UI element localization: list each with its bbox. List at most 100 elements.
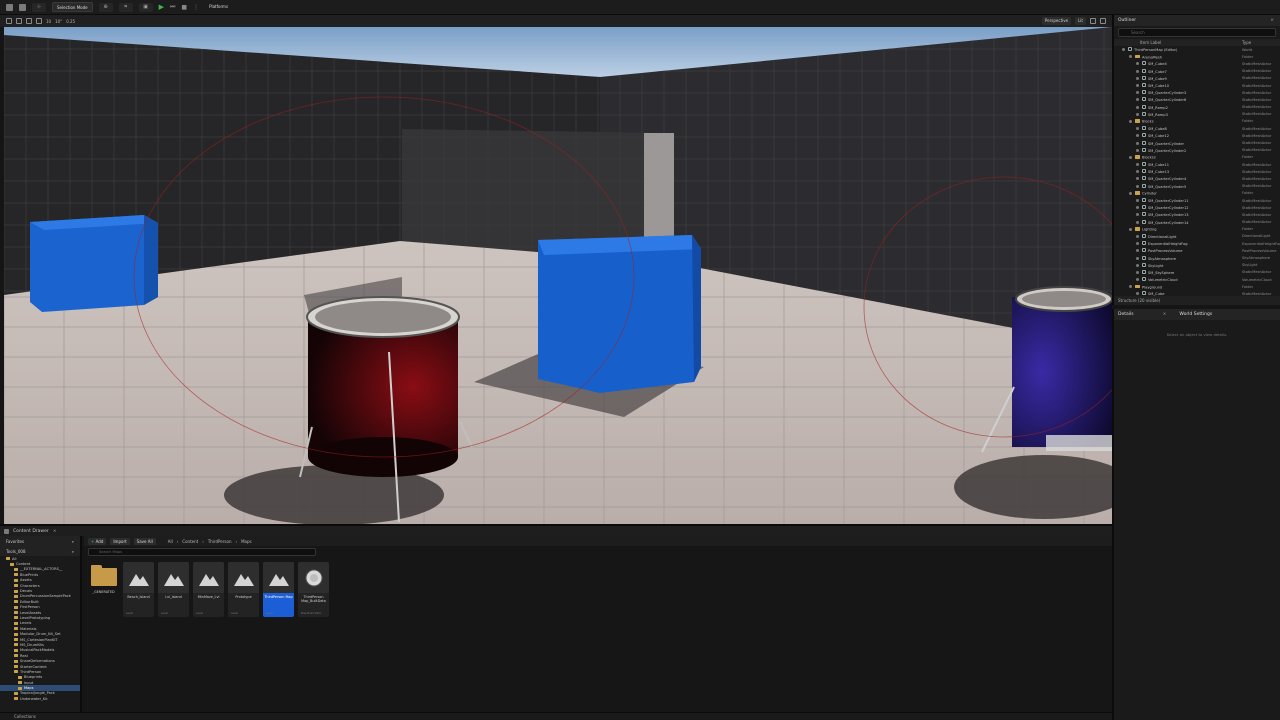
breadcrumb-item[interactable]: ThirdPerson (208, 539, 232, 544)
save-all-button[interactable]: Save All (133, 537, 156, 545)
visibility-eye-icon[interactable] (1136, 76, 1139, 80)
outliner-row[interactable]: SM_Cube8 StaticMeshActor (1114, 125, 1280, 132)
outliner-row[interactable]: SM_QuarterCylinder6 StaticMeshActor (1114, 96, 1280, 103)
settings-icon[interactable] (1100, 18, 1106, 24)
visibility-eye-icon[interactable] (1136, 98, 1139, 102)
asset-folder[interactable]: _GENERATED (88, 562, 119, 617)
visibility-eye-icon[interactable] (1136, 220, 1139, 224)
search-icon[interactable]: ⌕ (72, 539, 74, 544)
save-icon[interactable] (6, 3, 13, 11)
scale-icon[interactable] (36, 18, 42, 24)
visibility-eye-icon[interactable] (1136, 134, 1139, 138)
visibility-eye-icon[interactable] (1129, 285, 1132, 289)
grid-snap-value[interactable]: 10 (46, 19, 51, 24)
visibility-eye-icon[interactable] (1129, 191, 1132, 195)
outliner-row[interactable]: SM_QuarterCylinder2 StaticMeshActor (1114, 147, 1280, 154)
play-icon[interactable]: ▶ (159, 3, 164, 11)
visibility-eye-icon[interactable] (1129, 55, 1132, 59)
visibility-eye-icon[interactable] (1136, 270, 1139, 274)
lit-button[interactable]: Lit (1075, 17, 1086, 25)
outliner-row[interactable]: Blocks2 Folder (1114, 154, 1280, 161)
asset-tile[interactable]: ThirdPerson Map_BuiltData Map Build Data (298, 562, 329, 617)
visibility-eye-icon[interactable] (1136, 105, 1139, 109)
outliner-row[interactable]: SM_Ramp3 StaticMeshActor (1114, 111, 1280, 118)
outliner-row[interactable]: SM_QuarterCylinder4 StaticMeshActor (1114, 175, 1280, 182)
visibility-eye-icon[interactable] (1136, 163, 1139, 167)
visibility-eye-icon[interactable] (1136, 112, 1139, 116)
add-actor-button[interactable]: ⊕ (98, 2, 113, 12)
visibility-eye-icon[interactable] (1136, 127, 1139, 131)
visibility-eye-icon[interactable] (1136, 256, 1139, 260)
outliner-row[interactable]: Lighting Folder (1114, 226, 1280, 233)
visibility-eye-icon[interactable] (1136, 234, 1139, 238)
add-button[interactable]: + Add (88, 537, 107, 545)
outliner-row[interactable]: SM_Cube10 StaticMeshActor (1114, 82, 1280, 89)
item-label-column[interactable]: Item Label (1140, 40, 1161, 45)
asset-tile[interactable]: Beach_Island Level (123, 562, 154, 617)
outliner-row[interactable]: PostProcessVolume PostProcessVolume (1114, 247, 1280, 254)
close-icon[interactable]: × (1270, 18, 1274, 23)
visibility-eye-icon[interactable] (1136, 249, 1139, 253)
breadcrumb-item[interactable]: All (168, 539, 173, 544)
outliner-row[interactable]: SM_QuarterCylinder5 StaticMeshActor (1114, 183, 1280, 190)
visibility-eye-icon[interactable] (1136, 84, 1139, 88)
play-options-icon[interactable]: ⋮ (193, 4, 199, 11)
visibility-eye-icon[interactable] (1122, 48, 1125, 52)
visibility-eye-icon[interactable] (1136, 91, 1139, 95)
content-drawer-tab[interactable]: Content Drawer (13, 529, 49, 534)
outliner-row[interactable]: SM_Cube9 StaticMeshActor (1114, 75, 1280, 82)
visibility-eye-icon[interactable] (1136, 263, 1139, 267)
outliner-row[interactable]: Playground Folder (1114, 283, 1280, 290)
type-column[interactable]: Type (1242, 40, 1280, 45)
outliner-row[interactable]: SM_QuarterCylinder11 StaticMeshActor (1114, 197, 1280, 204)
outliner-row[interactable]: Blocks Folder (1114, 118, 1280, 125)
outliner-row[interactable]: SM_Ramp2 StaticMeshActor (1114, 104, 1280, 111)
visibility-eye-icon[interactable] (1136, 206, 1139, 210)
perspective-button[interactable]: Perspective (1041, 17, 1072, 25)
outliner-row[interactable]: SM_SkySphere StaticMeshActor (1114, 269, 1280, 276)
outliner-row[interactable]: SM_QuarterCylinder14 StaticMeshActor (1114, 219, 1280, 226)
platforms-button[interactable]: Platforms (205, 2, 232, 12)
outliner-row[interactable]: ArenaMesh Folder (1114, 53, 1280, 60)
outliner-row[interactable]: DirectionalLight DirectionalLight (1114, 233, 1280, 240)
level-viewport[interactable] (4, 27, 1112, 524)
rotation-snap-value[interactable]: 10° (55, 19, 62, 24)
folder-tree-item[interactable]: Underwater_Kit (0, 696, 80, 701)
rotate-icon[interactable] (26, 18, 32, 24)
close-icon[interactable]: × (53, 529, 57, 534)
visibility-eye-icon[interactable] (1136, 148, 1139, 152)
outliner-row[interactable]: Cylinder Folder (1114, 190, 1280, 197)
outliner-row[interactable]: VolumetricCloud VolumetricCloud (1114, 276, 1280, 283)
asset-tile[interactable]: MtnMaze_Lvl Level (193, 562, 224, 617)
visibility-eye-icon[interactable] (1136, 199, 1139, 203)
cinematics-button[interactable]: ▣ (138, 2, 153, 12)
visibility-eye-icon[interactable] (1129, 227, 1132, 231)
visibility-eye-icon[interactable] (1129, 155, 1132, 159)
close-icon[interactable]: × (1163, 312, 1167, 317)
visibility-eye-icon[interactable] (1136, 62, 1139, 66)
outliner-row[interactable]: SM_QuarterCylinder13 StaticMeshActor (1114, 211, 1280, 218)
visibility-eye-icon[interactable] (1136, 213, 1139, 217)
step-icon[interactable]: ⏭ (170, 3, 175, 11)
visibility-eye-icon[interactable] (1136, 278, 1139, 282)
stop-icon[interactable]: ■ (181, 4, 187, 11)
outliner-row[interactable]: SM_Cube12 StaticMeshActor (1114, 132, 1280, 139)
import-button[interactable]: Import (110, 537, 130, 545)
selection-mode-button[interactable]: Selection Mode (52, 2, 93, 12)
outliner-row[interactable]: SM_Cube13 StaticMeshActor (1114, 168, 1280, 175)
visibility-eye-icon[interactable] (1136, 170, 1139, 174)
show-icon[interactable] (1090, 18, 1096, 24)
outliner-search-input[interactable]: Search (1118, 28, 1276, 37)
visibility-eye-icon[interactable] (1136, 141, 1139, 145)
outliner-row[interactable]: SkyLight SkyLight (1114, 262, 1280, 269)
outliner-row[interactable]: ExponentialHeightFog ExponentialHeightFog (1114, 240, 1280, 247)
outliner-tab[interactable]: Outliner × (1114, 15, 1280, 26)
translate-icon[interactable] (16, 18, 22, 24)
outliner-row[interactable]: SM_QuarterCylinder StaticMeshActor (1114, 139, 1280, 146)
outliner-row[interactable]: SkyAtmosphere SkyAtmosphere (1114, 254, 1280, 261)
outliner-row[interactable]: SM_QuarterCylinder3 StaticMeshActor (1114, 89, 1280, 96)
asset-tile[interactable]: Prototype Level (228, 562, 259, 617)
outliner-row[interactable]: SM_Cube4 StaticMeshActor (1114, 60, 1280, 67)
breadcrumb-item[interactable]: Maps (241, 539, 252, 544)
outliner-row[interactable]: SM_Cube7 StaticMeshActor (1114, 68, 1280, 75)
